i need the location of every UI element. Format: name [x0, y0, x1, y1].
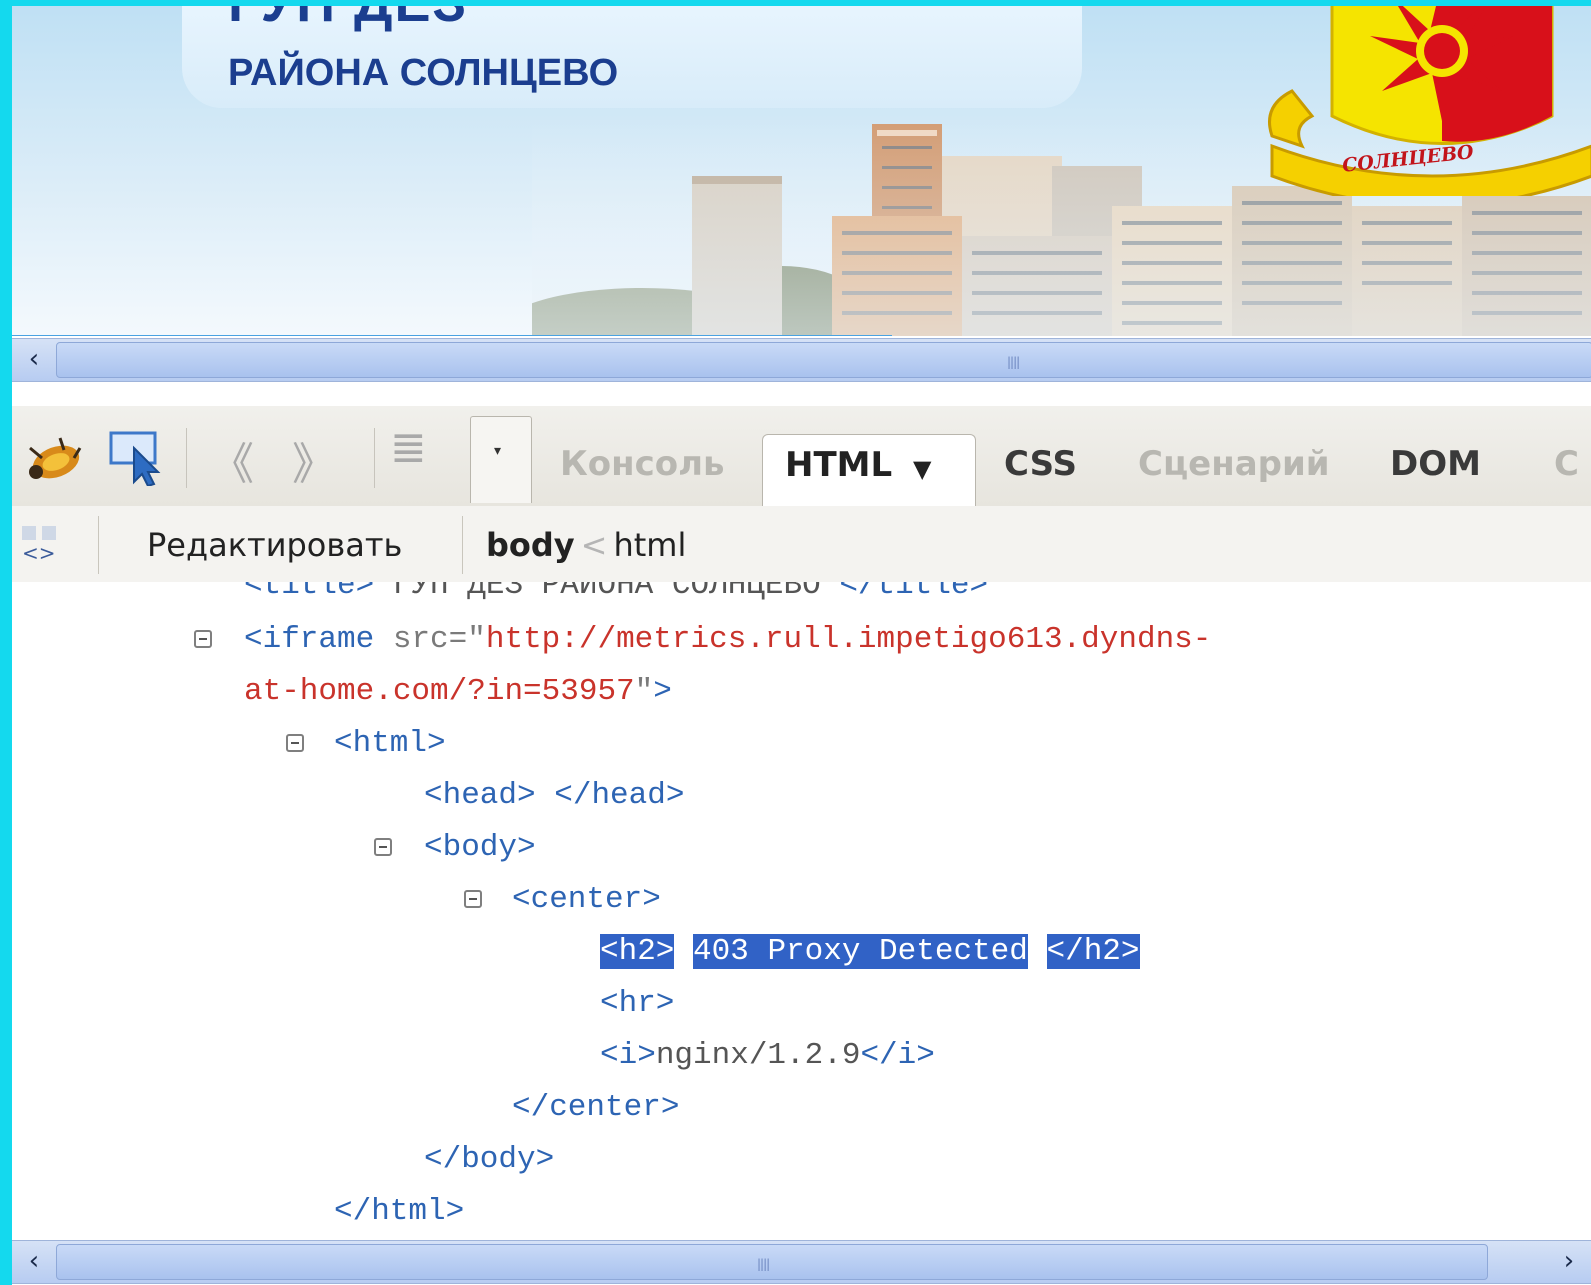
tree-node-html[interactable]: <html>: [334, 724, 446, 764]
breadcrumb: body < html: [486, 526, 686, 564]
center-close-tag: </center>: [512, 1090, 680, 1125]
attr-quote: ": [467, 622, 486, 657]
body-open-tag: <body>: [424, 830, 536, 865]
firebug-toolbar: 《 》 ≣ ▾ Консоль HTML ▼ CSS Сценарий DOM …: [12, 406, 1591, 509]
head-close-tag: </head>: [554, 778, 685, 813]
edit-button[interactable]: Редактировать: [147, 526, 402, 564]
html-close-tag: </html>: [334, 1194, 465, 1229]
tree-node-hr[interactable]: <hr>: [600, 984, 674, 1024]
tree-node-body-close: </body>: [424, 1140, 554, 1180]
header-divider: [12, 335, 892, 336]
scrollbar-thumb[interactable]: ||||: [56, 1244, 1488, 1280]
collapse-icon[interactable]: [194, 630, 212, 648]
scroll-right-icon[interactable]: ›: [1547, 1241, 1591, 1283]
tab-dom[interactable]: DOM: [1390, 444, 1481, 484]
tree-node-html-close: </html>: [334, 1192, 464, 1232]
tree-node-i[interactable]: <i>nginx/1.2.9</i>: [600, 1036, 935, 1076]
breadcrumb-item-html[interactable]: html: [613, 526, 686, 564]
iframe-src-attr: src=: [374, 622, 468, 657]
html-panel-toolbar: <> Редактировать body < html: [12, 506, 1591, 583]
grip-icon: ||||: [757, 1257, 770, 1271]
iframe-src-value-cont: at-home.com/?in=53957: [244, 674, 635, 709]
toggle-view-icon[interactable]: <>: [20, 524, 60, 564]
toolbar-separator: [98, 516, 99, 574]
tab-html[interactable]: HTML ▼: [762, 434, 976, 509]
tab-overflow[interactable]: C: [1554, 444, 1579, 484]
hr-tag: <hr>: [600, 986, 675, 1021]
head-open-tag: <head>: [424, 778, 536, 813]
forward-icon[interactable]: 》: [292, 428, 336, 492]
collapse-icon[interactable]: [374, 838, 392, 856]
tab-css[interactable]: CSS: [1004, 444, 1077, 484]
attr-quote: ": [634, 674, 654, 709]
h2-text: 403 Proxy Detected: [693, 934, 1028, 969]
breadcrumb-item-body[interactable]: body: [486, 526, 575, 564]
center-open-tag: <center>: [512, 882, 661, 917]
iframe-tag: <iframe: [244, 622, 375, 657]
tab-html-label: HTML: [785, 445, 893, 485]
tree-node-body[interactable]: <body>: [424, 828, 536, 868]
body-close-tag: </body>: [424, 1142, 555, 1177]
tree-node-iframe[interactable]: <iframe src="http://metrics.rull.impetig…: [244, 620, 1211, 660]
scrollbar-thumb[interactable]: ||||: [56, 342, 1591, 378]
menu-icon[interactable]: ≣: [390, 422, 427, 473]
tab-script[interactable]: Сценарий: [1138, 444, 1330, 484]
h2-close-tag: </h2>: [1046, 934, 1140, 969]
toolbar-separator: [462, 516, 463, 574]
tree-node-center[interactable]: <center>: [512, 880, 661, 920]
breadcrumb-separator: <: [580, 526, 608, 564]
panel-list-dropdown[interactable]: ▾: [470, 416, 532, 503]
back-icon[interactable]: 《: [210, 428, 254, 492]
panel-horizontal-scrollbar[interactable]: ‹ |||| ›: [12, 1240, 1591, 1284]
tree-node-head[interactable]: <head> </head>: [424, 776, 684, 816]
tree-node-h2-selected[interactable]: <h2> 403 Proxy Detected </h2>: [600, 932, 1140, 972]
toolbar-separator: [186, 428, 187, 488]
tree-node-title[interactable]: <title> ГУП ДЕЗ РАЙОНА СОЛНЦЕВО </title>: [244, 582, 988, 606]
title-open-tag: <title>: [244, 582, 375, 603]
h2-open-tag: <h2>: [600, 934, 675, 969]
inspect-icon[interactable]: [108, 430, 172, 486]
i-text: nginx/1.2.9: [655, 1038, 861, 1073]
html-open-tag: <html>: [334, 726, 446, 761]
chevron-down-icon: ▼: [913, 455, 932, 483]
site-header: ГУП ДЕЗ РАЙОНА СОЛНЦЕВО: [12, 6, 1591, 336]
html-tree: <title> ГУП ДЕЗ РАЙОНА СОЛНЦЕВО </title>…: [12, 582, 1591, 1238]
i-close-tag: </i>: [860, 1038, 935, 1073]
scroll-left-icon[interactable]: ‹: [12, 1241, 56, 1283]
browser-window: ГУП ДЕЗ РАЙОНА СОЛНЦЕВО: [12, 6, 1591, 1285]
collapse-icon[interactable]: [464, 890, 482, 908]
dropdown-icon: ▾: [494, 443, 502, 459]
grip-icon: ||||: [1007, 355, 1020, 369]
page-horizontal-scrollbar[interactable]: ‹ ||||: [12, 338, 1591, 382]
tab-console[interactable]: Консоль: [560, 444, 725, 484]
title-text: ГУП ДЕЗ РАЙОНА СОЛНЦЕВО: [374, 582, 840, 603]
i-open-tag: <i>: [600, 1038, 656, 1073]
iframe-src-value: http://metrics.rull.impetigo613.dyndns-: [485, 622, 1212, 657]
iframe-tag-end: >: [653, 674, 672, 709]
site-title: ГУП ДЕЗ: [228, 6, 468, 34]
firebug-icon[interactable]: [20, 428, 90, 488]
site-subtitle: РАЙОНА СОЛНЦЕВО: [228, 52, 619, 94]
scroll-left-icon[interactable]: ‹: [12, 339, 56, 381]
toolbar-separator: [374, 428, 375, 488]
svg-text:<>: <>: [22, 541, 56, 564]
collapse-icon[interactable]: [286, 734, 304, 752]
title-close-tag: </title>: [839, 582, 989, 603]
tree-node-center-close: </center>: [512, 1088, 679, 1128]
tree-node-iframe-cont: at-home.com/?in=53957">: [244, 672, 672, 712]
